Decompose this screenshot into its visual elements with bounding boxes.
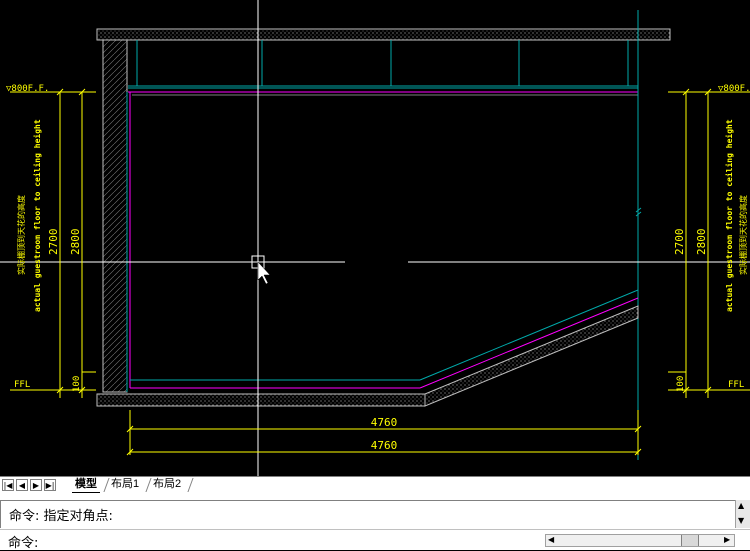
command-prompt[interactable]: 命令: bbox=[8, 532, 38, 551]
command-vertical-scrollbar[interactable]: ▲ ▼ bbox=[735, 500, 750, 528]
dim-2700-left: 2700 bbox=[47, 229, 60, 256]
first-tab-button[interactable]: |◀ bbox=[2, 479, 14, 491]
command-history-line: 命令: 指定对角点: bbox=[9, 509, 113, 524]
tab-separator bbox=[187, 478, 194, 492]
scroll-right-icon[interactable]: ▶ bbox=[724, 535, 730, 544]
level-bottom-left: FFL bbox=[14, 380, 30, 390]
next-tab-button[interactable]: ▶ bbox=[30, 479, 42, 491]
tab-layout1[interactable]: 布局1 bbox=[108, 477, 142, 492]
ceiling-hangers bbox=[128, 40, 638, 89]
level-top-left: ▽800F.F. bbox=[6, 84, 49, 94]
scroll-down-icon[interactable]: ▼ bbox=[738, 516, 744, 525]
tab-layout2[interactable]: 布局2 bbox=[150, 477, 184, 492]
floor bbox=[96, 289, 639, 407]
level-top-right: ▽800F.F. bbox=[718, 84, 750, 94]
command-input-row[interactable]: 命令: ◀ ▶ bbox=[0, 529, 750, 551]
vertical-note-en-left: actual guestroom floor to ceiling height bbox=[32, 119, 42, 312]
last-tab-button[interactable]: ▶| bbox=[44, 479, 56, 491]
dim-2800-right: 2800 bbox=[695, 229, 708, 256]
dim-2700-right: 2700 bbox=[673, 229, 686, 256]
layout-tab-bar: |◀ ◀ ▶ ▶| 模型 布局1 布局2 bbox=[0, 476, 750, 494]
prev-tab-button[interactable]: ◀ bbox=[16, 479, 28, 491]
command-window: 命令: 指定对角点: ▲ ▼ 命令: ◀ ▶ bbox=[0, 493, 750, 551]
drawing-canvas[interactable]: 4760 4760 ▽800F.F. FFL 2700 2800 100 实际棚… bbox=[0, 0, 750, 476]
right-boundary bbox=[635, 10, 642, 460]
command-history: 命令: 指定对角点: bbox=[0, 500, 735, 528]
width-dimension-text-2: 4760 bbox=[371, 439, 398, 452]
ceiling-finish bbox=[128, 91, 638, 96]
level-bottom-right: FFL bbox=[728, 380, 744, 390]
left-wall bbox=[102, 39, 131, 393]
command-horizontal-scrollbar[interactable]: ◀ ▶ bbox=[545, 534, 735, 547]
tab-model[interactable]: 模型 bbox=[72, 477, 100, 494]
scroll-up-icon[interactable]: ▲ bbox=[738, 501, 744, 510]
scroll-thumb[interactable] bbox=[681, 535, 699, 546]
vertical-note-cn-left: 实际棚顶到天花的高度 bbox=[16, 195, 26, 275]
scroll-left-icon[interactable]: ◀ bbox=[548, 535, 554, 544]
dim-100-left: 100 bbox=[72, 376, 82, 392]
vertical-note-en-right: actual guestroom floor to ceiling height bbox=[724, 119, 734, 312]
cad-drawing[interactable]: 4760 4760 ▽800F.F. FFL 2700 2800 100 实际棚… bbox=[0, 0, 750, 476]
width-dimension-text-1: 4760 bbox=[371, 416, 398, 429]
vertical-note-cn-right: 实际棚顶到天花的高度 bbox=[738, 195, 748, 275]
dim-100-right: 100 bbox=[676, 376, 686, 392]
dim-2800-left: 2800 bbox=[69, 229, 82, 256]
ceiling-slab bbox=[96, 28, 671, 41]
